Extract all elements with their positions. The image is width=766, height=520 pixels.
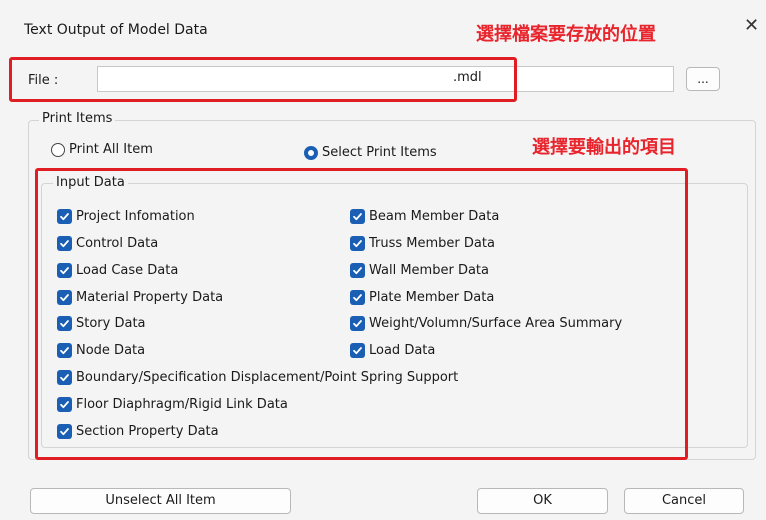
- checkmark-icon: [350, 263, 365, 278]
- checkbox-load-data[interactable]: Load Data: [350, 343, 435, 358]
- checkmark-icon: [57, 236, 72, 251]
- file-location-annotation: 選擇檔案要存放的位置: [476, 24, 656, 45]
- checkbox-weight-volumn-surface-summary[interactable]: Weight/Volumn/Surface Area Summary: [350, 316, 622, 331]
- browse-button[interactable]: ...: [686, 67, 720, 91]
- checkmark-icon: [350, 290, 365, 305]
- checkmark-icon: [350, 343, 365, 358]
- checkbox-label: Section Property Data: [76, 424, 219, 439]
- checkmark-icon: [57, 424, 72, 439]
- checkbox-label: Boundary/Specification Displacement/Poin…: [76, 370, 459, 385]
- checkbox-label: Node Data: [76, 343, 146, 358]
- text-output-dialog: Text Output of Model Data ✕ 選擇檔案要存放的位置 選…: [0, 0, 766, 520]
- checkbox-truss-member-data[interactable]: Truss Member Data: [350, 236, 495, 251]
- checkbox-plate-member-data[interactable]: Plate Member Data: [350, 290, 494, 305]
- checkbox-label: Load Data: [369, 343, 436, 358]
- checkbox-label: Story Data: [76, 316, 146, 331]
- checkbox-label: Plate Member Data: [369, 290, 495, 305]
- checkbox-load-case-data[interactable]: Load Case Data: [57, 263, 178, 278]
- checkbox-node-data[interactable]: Node Data: [57, 343, 145, 358]
- radio-unselected-icon: [51, 142, 65, 157]
- checkmark-icon: [57, 316, 72, 331]
- checkmark-icon: [350, 316, 365, 331]
- checkbox-label: Control Data: [76, 236, 159, 251]
- radio-print-all-item[interactable]: Print All Item: [51, 142, 153, 157]
- checkbox-label: Floor Diaphragm/Rigid Link Data: [76, 397, 288, 412]
- checkbox-label: Load Case Data: [76, 263, 179, 278]
- checkbox-control-data[interactable]: Control Data: [57, 236, 158, 251]
- checkmark-icon: [350, 236, 365, 251]
- checkbox-boundary-displacement-spring[interactable]: Boundary/Specification Displacement/Poin…: [57, 370, 458, 385]
- ok-button[interactable]: OK: [477, 488, 608, 514]
- checkbox-material-property-data[interactable]: Material Property Data: [57, 290, 223, 305]
- checkbox-wall-member-data[interactable]: Wall Member Data: [350, 263, 489, 278]
- checkbox-project-infomation[interactable]: Project Infomation: [57, 209, 195, 224]
- file-label: File :: [28, 73, 59, 88]
- checkmark-icon: [57, 397, 72, 412]
- file-path-input[interactable]: [97, 66, 674, 92]
- unselect-all-button[interactable]: Unselect All Item: [30, 488, 291, 514]
- close-icon[interactable]: ✕: [744, 17, 759, 35]
- radio-label: Print All Item: [69, 142, 153, 157]
- checkmark-icon: [57, 343, 72, 358]
- radio-label: Select Print Items: [322, 145, 437, 160]
- checkbox-label: Project Infomation: [76, 209, 195, 224]
- checkmark-icon: [350, 209, 365, 224]
- window-title: Text Output of Model Data: [24, 22, 208, 38]
- checkbox-section-property-data[interactable]: Section Property Data: [57, 424, 219, 439]
- checkmark-icon: [57, 290, 72, 305]
- checkmark-icon: [57, 263, 72, 278]
- checkbox-label: Beam Member Data: [369, 209, 500, 224]
- cancel-button[interactable]: Cancel: [624, 488, 744, 514]
- checkbox-label: Material Property Data: [76, 290, 224, 305]
- checkbox-story-data[interactable]: Story Data: [57, 316, 146, 331]
- checkbox-floor-diaphragm-rigid-link[interactable]: Floor Diaphragm/Rigid Link Data: [57, 397, 288, 412]
- checkbox-beam-member-data[interactable]: Beam Member Data: [350, 209, 499, 224]
- checkmark-icon: [57, 370, 72, 385]
- radio-selected-icon: [304, 145, 318, 160]
- checkbox-label: Truss Member Data: [369, 236, 495, 251]
- print-items-legend: Print Items: [39, 111, 116, 126]
- radio-select-print-items[interactable]: Select Print Items: [304, 145, 437, 160]
- checkmark-icon: [57, 209, 72, 224]
- input-data-legend: Input Data: [53, 175, 128, 190]
- checkbox-label: Wall Member Data: [369, 263, 489, 278]
- checkbox-label: Weight/Volumn/Surface Area Summary: [369, 316, 623, 331]
